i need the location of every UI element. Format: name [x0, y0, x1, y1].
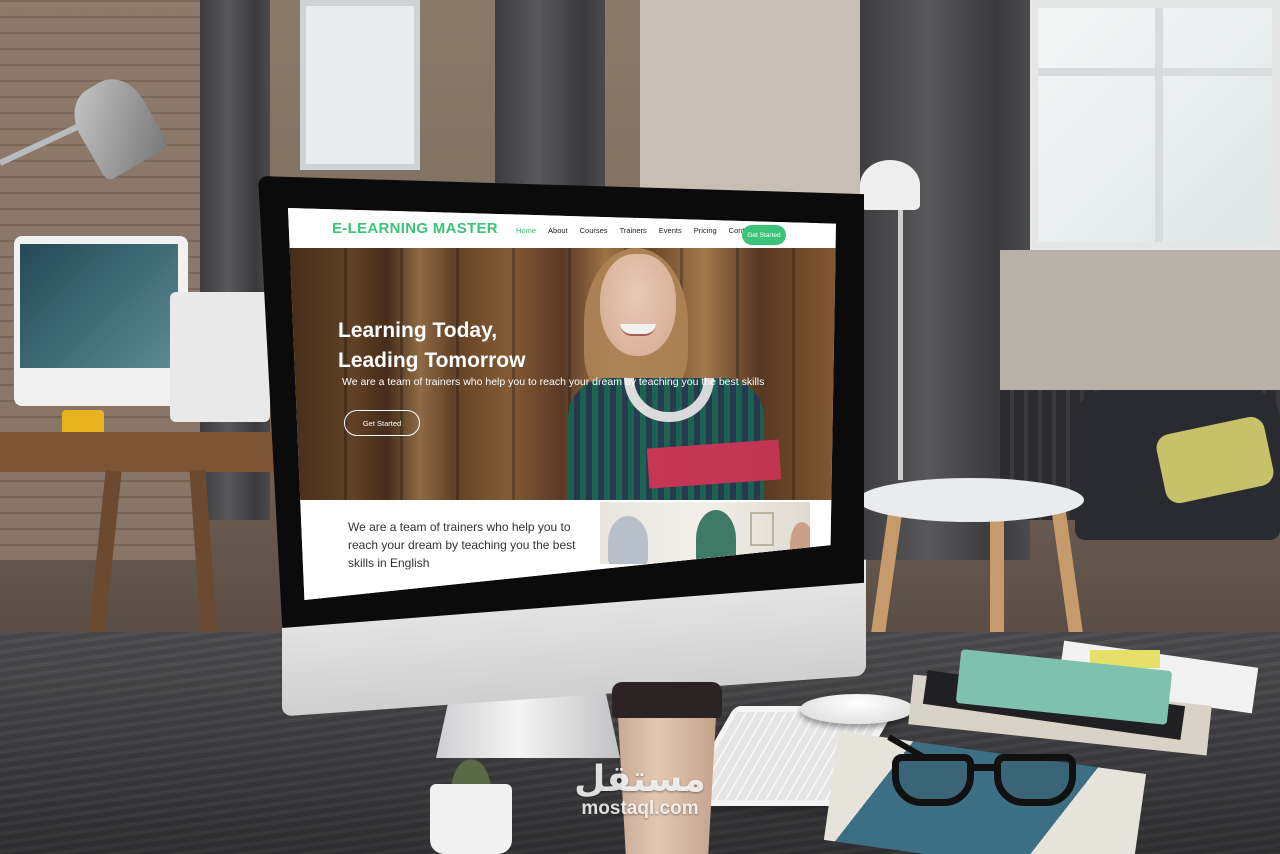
website-screen: E-LEARNING MASTER Home About Courses Tra… [288, 208, 836, 600]
hero-title-line2: Leading Tomorrow [338, 349, 526, 372]
plant-pot [430, 784, 512, 854]
watermark-domain: mostaql.com [581, 798, 699, 819]
nav-home[interactable]: Home [516, 226, 536, 235]
nav-events[interactable]: Events [659, 226, 682, 235]
printer [170, 292, 270, 422]
wall [1000, 250, 1280, 410]
floor-lamp [860, 160, 920, 210]
hero-section: Learning Today, Leading Tomorrow We are … [288, 248, 836, 500]
hero-get-started-button[interactable]: Get Started [344, 410, 420, 436]
side-table [858, 478, 1084, 522]
back-desk [0, 432, 280, 472]
hero-subtitle: We are a team of trainers who help you t… [342, 376, 765, 388]
hero-title-line1: Learning Today, [338, 319, 498, 342]
window [1030, 0, 1280, 250]
watermark: مستقل mostaql.com [560, 762, 720, 820]
nav-pricing[interactable]: Pricing [694, 226, 717, 235]
watermark-arabic: مستقل [574, 759, 706, 800]
background-monitor-screen [20, 244, 178, 368]
glasses-icon [887, 734, 1088, 810]
table-leg [990, 500, 1004, 650]
nav-get-started-button[interactable]: Get Started [742, 225, 786, 245]
floor-lamp-pole [898, 210, 903, 480]
mouse [800, 694, 914, 724]
nav-menu: Home About Courses Trainers Events Prici… [516, 226, 755, 235]
site-logo[interactable]: E-LEARNING MASTER [332, 220, 498, 237]
nav-about[interactable]: About [548, 226, 568, 235]
hero-title: Learning Today, Leading Tomorrow [338, 316, 638, 376]
nav-trainers[interactable]: Trainers [620, 226, 647, 235]
about-text: We are a team of trainers who help you t… [348, 520, 576, 570]
potted-plant [426, 720, 516, 790]
window [300, 0, 420, 170]
wall [640, 0, 870, 200]
nav-courses[interactable]: Courses [580, 226, 608, 235]
